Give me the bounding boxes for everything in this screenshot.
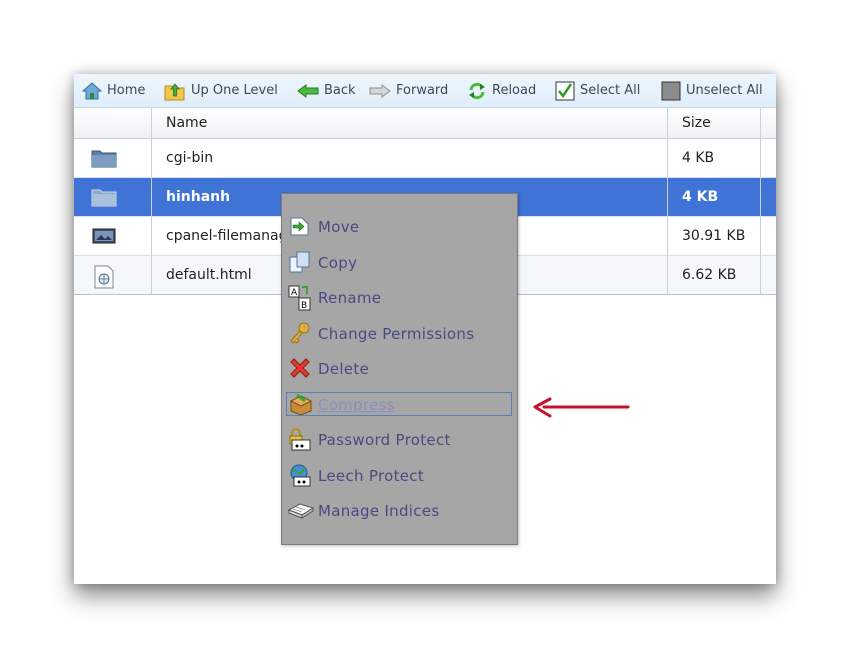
annotation-arrow-icon <box>533 397 630 418</box>
menu-item-copy[interactable]: Copy <box>286 250 512 276</box>
menu-item-label: Compress <box>318 396 395 414</box>
up-one-level-button[interactable]: Up One Level <box>164 74 278 107</box>
menu-item-label: Manage Indices <box>318 502 440 520</box>
file-size: 6.62 KB <box>682 267 737 283</box>
unselect-all-button[interactable]: Unselect All <box>661 74 763 107</box>
rename-icon: AB <box>288 285 312 315</box>
reload-button[interactable]: Reload <box>467 74 536 107</box>
folder-icon <box>91 187 117 211</box>
column-header-size[interactable]: Size <box>682 115 711 131</box>
file-size: 4 KB <box>682 189 719 205</box>
menu-item-manage-indices[interactable]: Manage Indices <box>286 498 512 524</box>
home-label: Home <box>107 83 146 98</box>
key-icon <box>288 321 312 349</box>
file-name: cpanel-filemanag <box>166 228 288 244</box>
menu-item-rename[interactable]: AB Rename <box>286 285 512 311</box>
home-icon <box>82 81 102 99</box>
checkbox-unchecked-icon <box>661 81 681 100</box>
copy-icon <box>288 250 312 278</box>
table-header: Name Size <box>74 108 776 139</box>
column-divider <box>151 108 152 294</box>
folder-icon <box>91 148 117 172</box>
file-name: default.html <box>166 267 252 283</box>
checkbox-checked-icon <box>555 81 575 100</box>
image-file-icon <box>91 226 117 250</box>
unselect-all-label: Unselect All <box>686 83 763 98</box>
menu-item-label: Delete <box>318 360 370 378</box>
back-arrow-icon <box>297 83 319 98</box>
back-button[interactable]: Back <box>297 74 356 107</box>
svg-text:B: B <box>301 301 307 311</box>
forward-button[interactable]: Forward <box>369 74 448 107</box>
menu-item-delete[interactable]: Delete <box>286 356 512 382</box>
table-row[interactable]: cgi-bin 4 KB <box>74 139 776 178</box>
select-all-label: Select All <box>580 83 641 98</box>
compress-icon <box>289 393 313 419</box>
reload-label: Reload <box>492 83 537 98</box>
menu-item-label: Leech Protect <box>318 467 425 485</box>
up-one-level-label: Up One Level <box>191 83 278 98</box>
reload-icon <box>469 82 485 99</box>
forward-arrow-icon <box>369 83 391 98</box>
menu-item-move[interactable]: Move <box>286 214 512 240</box>
menu-item-label: Copy <box>318 254 358 272</box>
menu-item-change-permissions[interactable]: Change Permissions <box>286 321 512 347</box>
svg-text:A: A <box>291 288 298 298</box>
menu-item-password-protect[interactable]: Password Protect <box>286 427 512 453</box>
home-button[interactable]: Home <box>82 74 145 107</box>
file-name: cgi-bin <box>166 150 214 166</box>
context-menu: Move Copy AB Rename Change Permissions D… <box>281 193 518 545</box>
manage-indices-icon <box>287 498 315 524</box>
menu-item-label: Password Protect <box>318 431 451 449</box>
forward-label: Forward <box>396 83 449 98</box>
column-divider <box>667 108 668 294</box>
menu-item-compress[interactable]: Compress <box>286 392 512 416</box>
select-all-button[interactable]: Select All <box>555 74 640 107</box>
menu-item-label: Move <box>318 218 360 236</box>
move-icon <box>288 214 312 242</box>
menu-item-label: Change Permissions <box>318 325 475 343</box>
leech-protect-icon <box>288 463 312 491</box>
file-size: 30.91 KB <box>682 228 746 244</box>
column-divider <box>760 108 761 294</box>
back-label: Back <box>324 83 356 98</box>
file-size: 4 KB <box>682 150 715 166</box>
password-protect-icon <box>288 427 312 455</box>
menu-item-leech-protect[interactable]: Leech Protect <box>286 463 512 489</box>
column-header-name[interactable]: Name <box>166 115 207 131</box>
toolbar: Home Up One Level Back Forward Reload Se… <box>74 74 776 108</box>
html-file-icon <box>91 265 117 293</box>
file-name: hinhanh <box>166 189 231 205</box>
folder-up-icon <box>164 82 185 100</box>
delete-icon <box>288 356 312 384</box>
menu-item-label: Rename <box>318 289 382 307</box>
